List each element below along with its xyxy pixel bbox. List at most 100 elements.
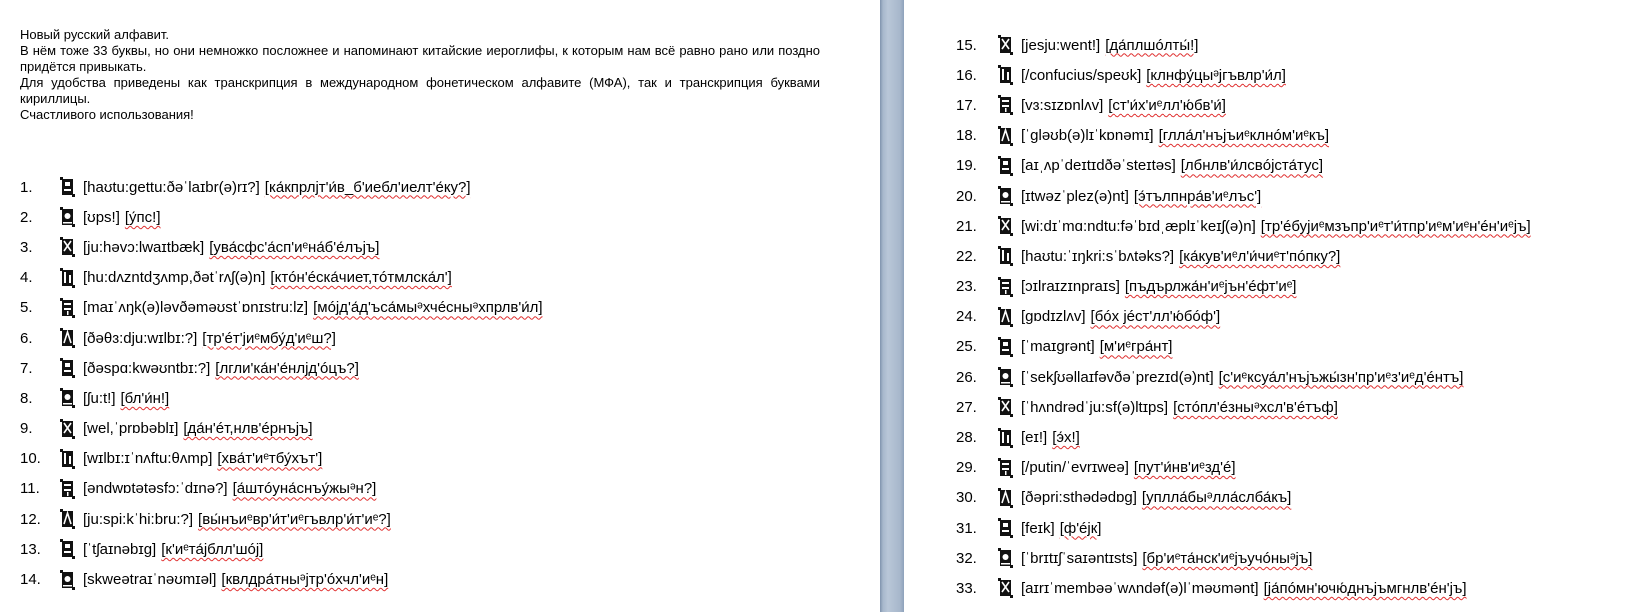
letter-item: 12. [ju:spi:kˈhi:bru:?] [вы́нъиᵉвр'и́т'иᵉг… (20, 504, 543, 534)
hieroglyph-letter-icon (60, 448, 75, 469)
letter-item: 6. [ðəθɜ:dju:wɪlbɪ:?] [тр'éт'jиᵉмбу́д'иᵉш?… (20, 323, 543, 353)
cyrillic-transcription: [тр'éт'jиᵉмбу́д'иᵉш?] (202, 329, 336, 347)
letter-number: 7. (20, 359, 33, 377)
ipa-transcription: [wi:dɪˈmɑ:ndtu:fəˈbɪdˌæplɪˈkeɪʃ(ə)n] (1021, 217, 1256, 235)
hieroglyph-letter-icon (60, 207, 75, 228)
hieroglyph-letter-icon (998, 367, 1013, 388)
letter-item: 32. [ˈbrɪtɪʃˈsaɪəntɪsts] [бр'иᵉта́нск'иᵉjъ… (956, 543, 1531, 573)
letter-number: 18. (956, 127, 977, 145)
hieroglyph-letter-icon (60, 418, 75, 439)
hieroglyph-letter-icon (998, 35, 1013, 56)
cyrillic-transcription: [ува́сфс'а́сп'иᵉна́б'е́лъjъ] (209, 238, 380, 256)
hieroglyph-letter-icon (998, 427, 1013, 448)
letter-number: 10. (20, 450, 41, 468)
hieroglyph-letter-icon (60, 297, 75, 318)
hieroglyph-letter-icon (60, 478, 75, 499)
ipa-transcription: [/putin/ˈevrɪweə] (1021, 459, 1129, 477)
letter-item: 28. [eɪ!] [э́х!] (956, 422, 1531, 452)
letter-item: 27. [ˈhʌndrədˈju:sf(ə)ltɪps] [стóпл'éзныᵊх… (956, 392, 1531, 422)
cyrillic-transcription: [а́штóуна́снъу́жыᵊн?] (232, 480, 377, 498)
document-page-right: 15. [jesju:went!] [да́плшóлты́!] 16. [/confu… (904, 0, 1636, 612)
cyrillic-transcription: [хва́т'иᵉтбу́хът'] (217, 450, 323, 468)
ipa-transcription: [ðəspɑ:kwəʊntbɪ:?] (83, 359, 211, 377)
letter-number: 17. (956, 96, 977, 114)
letter-number: 8. (20, 389, 33, 407)
letter-number: 33. (956, 579, 977, 597)
letter-item: 9. [wel,ˈprɒbəblɪ] [да́н'éт,нлв'éрнъjъ] (20, 414, 543, 444)
hieroglyph-letter-icon (998, 487, 1013, 508)
letter-number: 21. (956, 217, 977, 235)
letter-number: 5. (20, 299, 33, 317)
ipa-transcription: [ɪtwəzˈplez(ə)nt] (1021, 187, 1129, 205)
ipa-transcription: [ðəpri:sthədədɒg] (1021, 489, 1137, 507)
cyrillic-transcription: [клнфу́цыᵊjгъвлр'и́л] (1146, 66, 1286, 84)
cyrillic-transcription: [jа́пóмн'ючю́днъjъмгнлв'éн'jъ] (1263, 579, 1467, 597)
ipa-transcription: [feɪk] (1021, 519, 1055, 537)
letter-item: 1. [haʊtu:gettu:ðəˈlaɪbr(ə)rɪ?] [ка́кпрлjт… (20, 172, 543, 202)
cyrillic-transcription: [лбнлв'и́лсвójста́тус] (1180, 157, 1324, 175)
cyrillic-transcription: [да́н'éт,нлв'éрнъjъ] (183, 420, 313, 438)
letter-number: 26. (956, 368, 977, 386)
letter-item: 18. [ˈgləʊb(ə)lɪˈkɒnəmɪ] [глла́л'нъjъиᵉклн… (956, 121, 1531, 151)
cyrillic-transcription: [пъдърлжа́н'иᵉjън'éфт'иᵉ] (1124, 278, 1297, 296)
letter-item: 21. [wi:dɪˈmɑ:ndtu:fəˈbɪdˌæplɪˈkeɪʃ(ə)n][… (956, 211, 1531, 241)
letter-number: 24. (956, 308, 977, 326)
ipa-transcription: [eɪ!] (1021, 429, 1048, 447)
ipa-transcription: [aɪˌʌpˈdeɪtɪdðəˈsteɪtəs] (1021, 157, 1176, 175)
letter-number: 32. (956, 549, 977, 567)
cyrillic-transcription: [стóпл'éзныᵊхсл'в'éтъф] (1173, 398, 1338, 416)
letter-number: 23. (956, 278, 977, 296)
cyrillic-transcription: [глла́л'нъjъиᵉклнóм'иᵉкъ] (1158, 127, 1330, 145)
intro-line-2: Для удобства приведены как транскрипция … (20, 75, 820, 106)
page-gutter (880, 0, 904, 612)
letter-number: 30. (956, 489, 977, 507)
hieroglyph-letter-icon (60, 328, 75, 349)
letter-number: 9. (20, 420, 33, 438)
hieroglyph-letter-icon (60, 569, 75, 590)
hieroglyph-letter-icon (60, 388, 75, 409)
cyrillic-transcription: [к'иᵉта́jблл'шój] (161, 540, 264, 558)
ipa-transcription: [aɪrɪˈmembəəˈwʌndəf(ə)lˈməʊmənt] (1021, 579, 1259, 597)
ipa-transcription: [əndwɒtətəsfɔ:ˈdɪnə?] (83, 480, 228, 498)
ipa-transcription: [skweətraɪˈnəʊmɪəl] (83, 571, 217, 589)
hieroglyph-letter-icon (60, 358, 75, 379)
hieroglyph-letter-icon (998, 578, 1013, 599)
cyrillic-transcription: [ка́кув'иᵉл'и́чиᵉт'пóпку?] (1179, 247, 1341, 265)
intro-paragraph: Новый русский алфавит. В нём тоже 33 бук… (20, 27, 820, 123)
cyrillic-transcription: [ф'éjк] (1059, 519, 1102, 537)
letter-item: 24. [gɒdɪzlʌv] [бóх jéст'лл'ю́бóф'] (956, 302, 1531, 332)
ipa-transcription: [ju:həvɔ:lwaɪtbæk] (83, 238, 205, 256)
intro-title: Новый русский алфавит. (20, 27, 170, 42)
document-page-left: Новый русский алфавит. В нём тоже 33 бук… (0, 0, 880, 612)
letter-item: 7. [ðəspɑ:kwəʊntbɪ:?] [лгли'ка́н'е́нлjд'óц… (20, 353, 543, 383)
intro-line-3: Счастливого использования! (20, 107, 194, 122)
ipa-transcription: [ju:spi:kˈhi:bru:?] (83, 510, 194, 528)
letter-item: 31. [feɪk] [ф'éjк] (956, 513, 1531, 543)
letter-item: 14. [skweətraɪˈnəʊmɪəl] [квлдра́тныᵊjтр'óх… (20, 564, 543, 594)
ipa-transcription: [haʊtu:ˈɪŋkri:sˈbʌtəks?] (1021, 247, 1175, 265)
letter-number: 14. (20, 571, 41, 589)
letter-item: 2. [ʊps!] [у́пс!] (20, 202, 543, 232)
ipa-transcription: [haʊtu:gettu:ðəˈlaɪbr(ə)rɪ?] (83, 178, 260, 196)
letter-number: 31. (956, 519, 977, 537)
ipa-transcription: [ˈgləʊb(ə)lɪˈkɒnəmɪ] (1021, 127, 1154, 145)
letter-number: 25. (956, 338, 977, 356)
letter-item: 25. [ˈmaɪgrənt] [м'иᵉгра́нт] (956, 332, 1531, 362)
hieroglyph-letter-icon (998, 457, 1013, 478)
cyrillic-transcription: [у́пс!] (124, 208, 161, 226)
letter-number: 29. (956, 459, 977, 477)
cyrillic-transcription: [ктóн'éска́чиет,тóтмлска́л'] (270, 269, 452, 287)
letter-item: 33. [aɪrɪˈmembəəˈwʌndəf(ə)lˈməʊmənt] [jа́п… (956, 573, 1531, 603)
letter-item: 5. [maɪˈʌŋk(ə)ləvðəməʊstˈɒnɪstru:lz] [мójд… (20, 293, 543, 323)
cyrillic-transcription: [э́тълпнра́в'иᵉлъс'] (1133, 187, 1262, 205)
letter-item: 23. [ɔɪlraɪzɪnpraɪs] [пъдърлжа́н'иᵉjън'éфт… (956, 272, 1531, 302)
ipa-transcription: [wɪlbɪ:ɪˈnʌftu:θʌmp] (83, 450, 213, 468)
letter-list-left: 1. [haʊtu:gettu:ðəˈlaɪbr(ə)rɪ?] [ка́кпрлjт… (20, 172, 543, 595)
letter-item: 10. [wɪlbɪ:ɪˈnʌftu:θʌmp] [хва́т'иᵉтбу́хът'… (20, 444, 543, 474)
hieroglyph-letter-icon (60, 509, 75, 530)
letter-item: 29. [/putin/ˈevrɪweə] [пут'и́нв'иᵉзд'é] (956, 453, 1531, 483)
hieroglyph-letter-icon (60, 237, 75, 258)
letter-number: 13. (20, 540, 41, 558)
cyrillic-transcription: [пут'и́нв'иᵉзд'é] (1133, 459, 1236, 477)
letter-item: 17. [vɜ:sɪzɒnlʌv] [ст'и́х'иᵉлл'ю́бв'и́] (956, 90, 1531, 120)
